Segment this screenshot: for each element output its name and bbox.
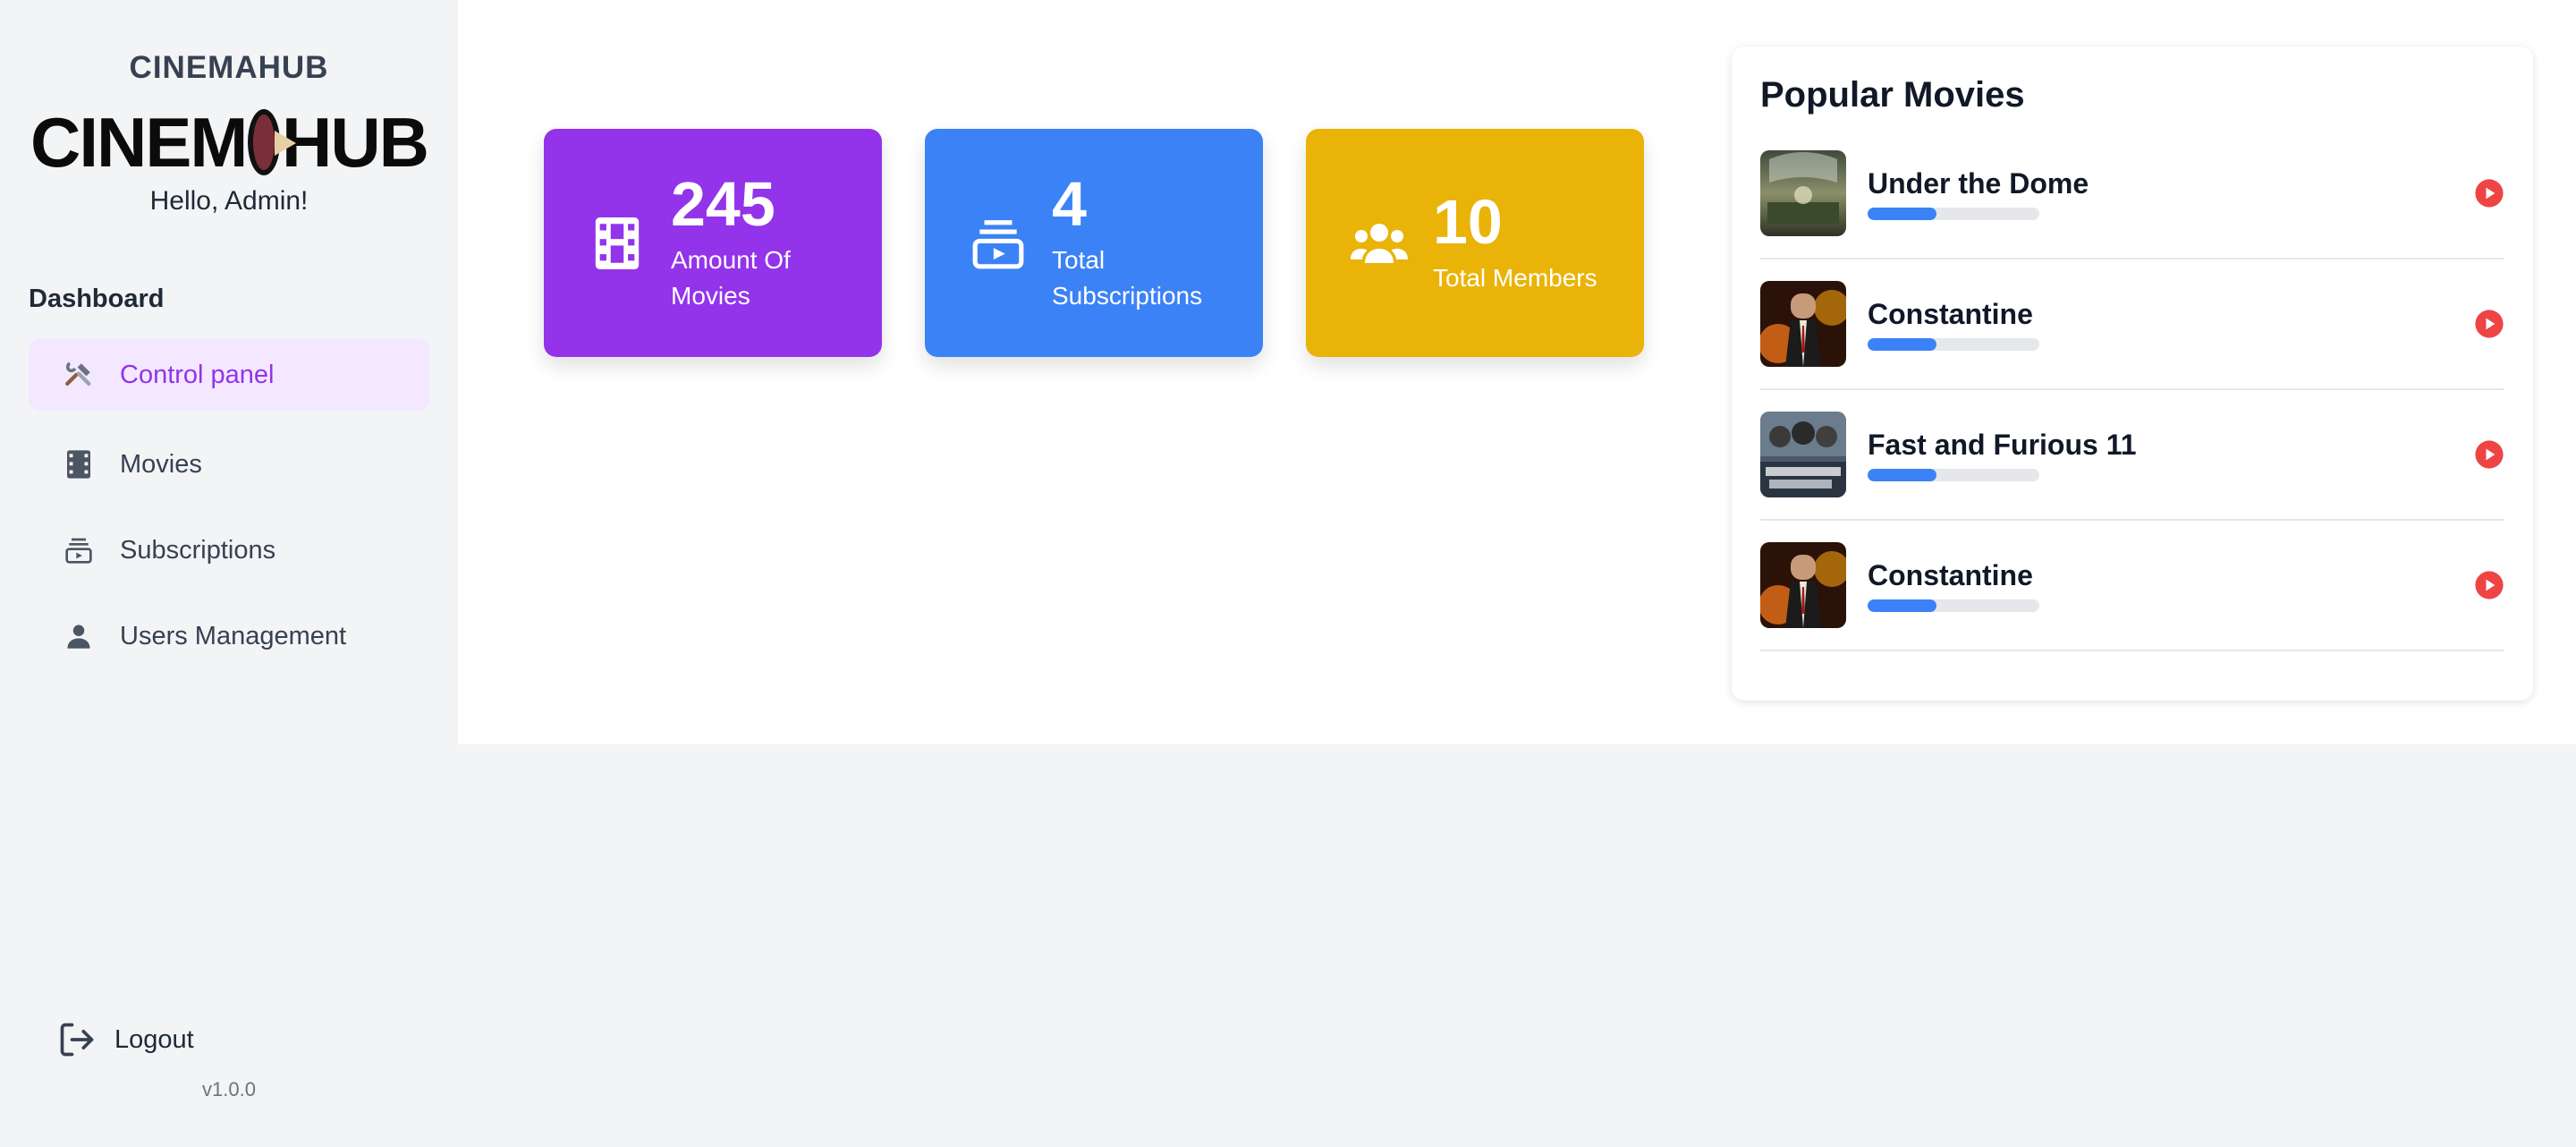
movie-title: Fast and Furious 11 bbox=[1868, 428, 2137, 461]
stat-value: 4 bbox=[1052, 168, 1087, 239]
stat-label: Amount Of Movies bbox=[671, 245, 791, 310]
tools-icon bbox=[61, 357, 97, 393]
stat-card-subscriptions[interactable]: 4 Total Subscriptions bbox=[925, 129, 1263, 357]
main-content: 245 Amount Of Movies 4 Total Subscriptio… bbox=[458, 0, 2576, 744]
movie-info: Fast and Furious 11 bbox=[1868, 429, 2474, 481]
sidebar-item-control-panel[interactable]: Control panel bbox=[29, 339, 429, 411]
logo-text-left: CINEM bbox=[30, 102, 248, 182]
cinemahub-logo: CINEM HUB bbox=[30, 103, 429, 182]
play-icon[interactable] bbox=[2474, 309, 2504, 339]
logout-icon bbox=[57, 1020, 97, 1059]
sidebar-item-label: Control panel bbox=[120, 360, 275, 389]
sidebar-item-label: Movies bbox=[120, 449, 202, 479]
list-item[interactable]: Constantine bbox=[1760, 259, 2504, 390]
brand-name: CINEMAHUB bbox=[129, 50, 329, 85]
movie-title: Constantine bbox=[1868, 558, 2033, 591]
play-icon[interactable] bbox=[2474, 570, 2504, 600]
logout-label: Logout bbox=[114, 1024, 194, 1054]
stat-card-movies[interactable]: 245 Amount Of Movies bbox=[544, 129, 882, 357]
movie-info: Under the Dome bbox=[1868, 167, 2474, 220]
stat-card-members[interactable]: 10 Total Members bbox=[1306, 129, 1644, 357]
stat-label: Total Members bbox=[1433, 263, 1597, 292]
logo-text-right: HUB bbox=[282, 102, 429, 182]
section-title: Dashboard bbox=[29, 285, 165, 313]
film-icon bbox=[589, 215, 646, 272]
popularity-fill bbox=[1868, 468, 1936, 481]
users-icon bbox=[1351, 215, 1408, 272]
popularity-bar bbox=[1868, 599, 2039, 612]
sidebar-item-label: Subscriptions bbox=[120, 535, 276, 565]
popularity-bar bbox=[1868, 468, 2039, 481]
movie-poster bbox=[1760, 412, 1846, 497]
movie-poster bbox=[1760, 281, 1846, 367]
stat-label: Total Subscriptions bbox=[1052, 245, 1203, 310]
movie-info: Constantine bbox=[1868, 298, 2474, 351]
popular-movies-panel: Popular Movies Under the Dome Constantin… bbox=[1732, 47, 2533, 701]
sidebar: CINEMAHUB CINEM HUB Hello, Admin! Dashboa… bbox=[0, 0, 458, 1147]
film-reel-icon bbox=[248, 109, 296, 175]
user-icon bbox=[61, 618, 97, 654]
movie-title: Constantine bbox=[1868, 297, 2033, 330]
play-icon[interactable] bbox=[2474, 439, 2504, 470]
movie-info: Constantine bbox=[1868, 559, 2474, 612]
subscriptions-icon bbox=[970, 215, 1027, 272]
popularity-bar bbox=[1868, 207, 2039, 220]
stat-content: 245 Amount Of Movies bbox=[671, 173, 850, 314]
sidebar-item-label: Users Management bbox=[120, 621, 347, 650]
play-icon[interactable] bbox=[2474, 178, 2504, 208]
sidebar-item-movies[interactable]: Movies bbox=[29, 429, 429, 500]
stat-value: 10 bbox=[1433, 186, 1503, 257]
list-item[interactable]: Constantine bbox=[1760, 521, 2504, 651]
popularity-fill bbox=[1868, 599, 1936, 612]
movie-poster bbox=[1760, 542, 1846, 628]
list-item[interactable]: Fast and Furious 11 bbox=[1760, 390, 2504, 521]
greeting: Hello, Admin! bbox=[149, 186, 309, 216]
stat-content: 10 Total Members bbox=[1433, 191, 1612, 296]
film-icon bbox=[61, 446, 97, 482]
list-item[interactable]: Under the Dome bbox=[1760, 129, 2504, 259]
popular-movies-title: Popular Movies bbox=[1760, 75, 2025, 115]
movie-title: Under the Dome bbox=[1868, 166, 2089, 200]
sidebar-item-users-management[interactable]: Users Management bbox=[29, 600, 429, 672]
movie-poster bbox=[1760, 150, 1846, 236]
sidebar-item-subscriptions[interactable]: Subscriptions bbox=[29, 514, 429, 586]
version-label: v1.0.0 bbox=[202, 1078, 256, 1100]
subscriptions-icon bbox=[61, 532, 97, 568]
stat-content: 4 Total Subscriptions bbox=[1052, 173, 1231, 314]
popularity-fill bbox=[1868, 337, 1936, 351]
popularity-fill bbox=[1868, 207, 1936, 220]
popularity-bar bbox=[1868, 337, 2039, 351]
logout-button[interactable]: Logout bbox=[57, 1020, 194, 1059]
stat-value: 245 bbox=[671, 168, 775, 239]
